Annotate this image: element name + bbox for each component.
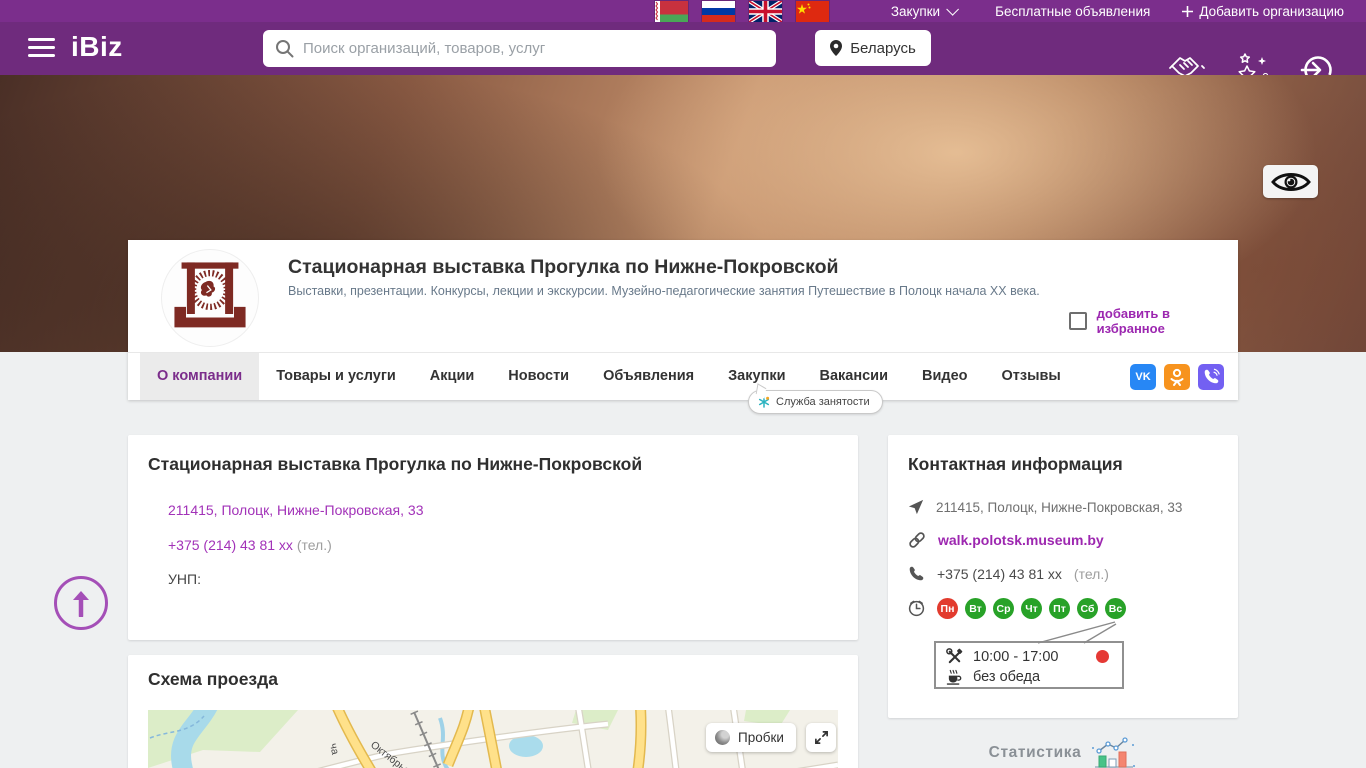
top-strip: Закупки Бесплатные объявления Добавить о… — [0, 0, 1366, 22]
contact-title: Контактная информация — [908, 454, 1123, 474]
main-header: iBiz Беларусь 0 — [0, 22, 1366, 85]
map-title: Схема проезда — [148, 669, 278, 689]
day-badge-thu[interactable]: Чт — [1021, 598, 1042, 619]
belarus-flag[interactable] — [654, 0, 688, 22]
search-input[interactable] — [303, 40, 764, 57]
employment-service-tooltip[interactable]: Служба занятости — [748, 390, 883, 414]
search-bar[interactable] — [263, 30, 776, 67]
company-subtitle: Выставки, презентации. Конкурсы, лекции … — [288, 284, 1040, 298]
tab-about[interactable]: О компании — [140, 353, 260, 400]
add-organization-link[interactable]: Добавить организацию — [1182, 4, 1344, 19]
snowflake-icon — [758, 396, 770, 408]
contact-phone-row: +375 (214) 43 81 xx (тел.) — [908, 565, 1109, 582]
museum-emblem-icon — [174, 262, 246, 328]
about-title: Стационарная выставка Прогулка по Нижне-… — [148, 454, 643, 474]
free-ads-link[interactable]: Бесплатные объявления — [995, 4, 1150, 19]
chevron-down-icon — [946, 2, 960, 16]
statistics-link[interactable]: Статистика — [888, 736, 1238, 768]
status-dot — [1096, 650, 1109, 663]
about-phone: +375 (214) 43 81 xx (тел.) — [168, 537, 332, 553]
lunch-note: без обеда — [973, 669, 1041, 685]
tab-video[interactable]: Видео — [905, 353, 985, 400]
odnoklassniki-icon[interactable] — [1164, 363, 1190, 390]
clock-icon — [908, 600, 925, 617]
navigation-arrow-icon — [908, 499, 924, 515]
eye-icon — [1270, 172, 1311, 191]
company-logo — [162, 250, 258, 346]
map-expand-button[interactable] — [806, 723, 836, 752]
tab-promotions[interactable]: Акции — [413, 353, 491, 400]
tab-news[interactable]: Новости — [491, 353, 586, 400]
coffee-cup-icon — [946, 669, 962, 685]
schedule-tooltip: 10:00 - 17:00 без обеда — [934, 641, 1124, 689]
add-to-favorites[interactable]: добавить в избранное — [1069, 306, 1238, 336]
schedule-row: Пн Вт Ср Чт Пт Сб Вс — [908, 598, 1126, 619]
day-badge-wed[interactable]: Ср — [993, 598, 1014, 619]
vk-icon[interactable]: VK — [1130, 363, 1156, 390]
company-card: Стационарная выставка Прогулка по Нижне-… — [128, 240, 1238, 400]
weekday-badges: Пн Вт Ср Чт Пт Сб Вс — [937, 598, 1126, 619]
working-hours: 10:00 - 17:00 — [973, 648, 1059, 665]
tab-ads[interactable]: Объявления — [586, 353, 711, 400]
contact-website-row[interactable]: walk.polotsk.museum.by — [908, 531, 1104, 549]
arrow-up-icon — [73, 591, 89, 617]
traffic-light-icon — [715, 730, 730, 745]
russia-flag[interactable] — [701, 0, 735, 22]
tools-icon — [946, 648, 963, 664]
country-label: Беларусь — [850, 39, 916, 57]
bar-chart-icon — [1092, 737, 1136, 768]
schedule-callout-pointer — [1037, 621, 1117, 644]
hamburger-menu-icon[interactable] — [28, 38, 55, 59]
unp-label: УНП: — [168, 571, 201, 587]
scroll-to-top-button[interactable] — [54, 576, 108, 630]
procurement-menu[interactable]: Закупки — [890, 2, 960, 19]
company-tabs: О компании Товары и услуги Акции Новости… — [128, 352, 1238, 400]
favorite-label: добавить в избранное — [1096, 306, 1171, 336]
site-logo[interactable]: iBiz — [71, 31, 123, 63]
social-links: VK — [1130, 363, 1224, 390]
traffic-button[interactable]: Пробки — [706, 723, 796, 752]
day-badge-sun[interactable]: Вс — [1105, 598, 1126, 619]
about-address-link[interactable]: 211415, Полоцк, Нижне-Покровская, 33 — [168, 502, 424, 518]
china-flag[interactable] — [795, 0, 829, 22]
map-card: Схема проезда ча Пробки — [128, 655, 858, 768]
viber-icon[interactable] — [1198, 363, 1224, 390]
search-icon — [276, 40, 294, 58]
location-pin-icon — [830, 40, 843, 56]
contact-address-row: 211415, Полоцк, Нижне-Покровская, 33 — [908, 499, 1182, 515]
day-badge-fri[interactable]: Пт — [1049, 598, 1070, 619]
tab-products[interactable]: Товары и услуги — [259, 353, 413, 400]
favorite-checkbox[interactable] — [1069, 312, 1087, 330]
procurement-label: Закупки — [890, 3, 941, 19]
phone-icon — [909, 566, 924, 581]
day-badge-mon[interactable]: Пн — [937, 598, 958, 619]
day-badge-sat[interactable]: Сб — [1077, 598, 1098, 619]
plus-icon — [1182, 5, 1194, 17]
tab-reviews[interactable]: Отзывы — [985, 353, 1078, 400]
website-link[interactable]: walk.polotsk.museum.by — [938, 532, 1104, 548]
company-title: Стационарная выставка Прогулка по Нижне-… — [288, 256, 839, 278]
uk-flag[interactable] — [748, 0, 782, 22]
expand-icon — [814, 731, 828, 744]
accessibility-eye-button[interactable] — [1263, 165, 1318, 198]
about-card: Стационарная выставка Прогулка по Нижне-… — [128, 435, 858, 640]
contact-card: Контактная информация 211415, Полоцк, Ни… — [888, 435, 1238, 718]
day-badge-tue[interactable]: Вт — [965, 598, 986, 619]
country-selector-button[interactable]: Беларусь — [815, 30, 931, 66]
link-icon — [909, 532, 925, 548]
